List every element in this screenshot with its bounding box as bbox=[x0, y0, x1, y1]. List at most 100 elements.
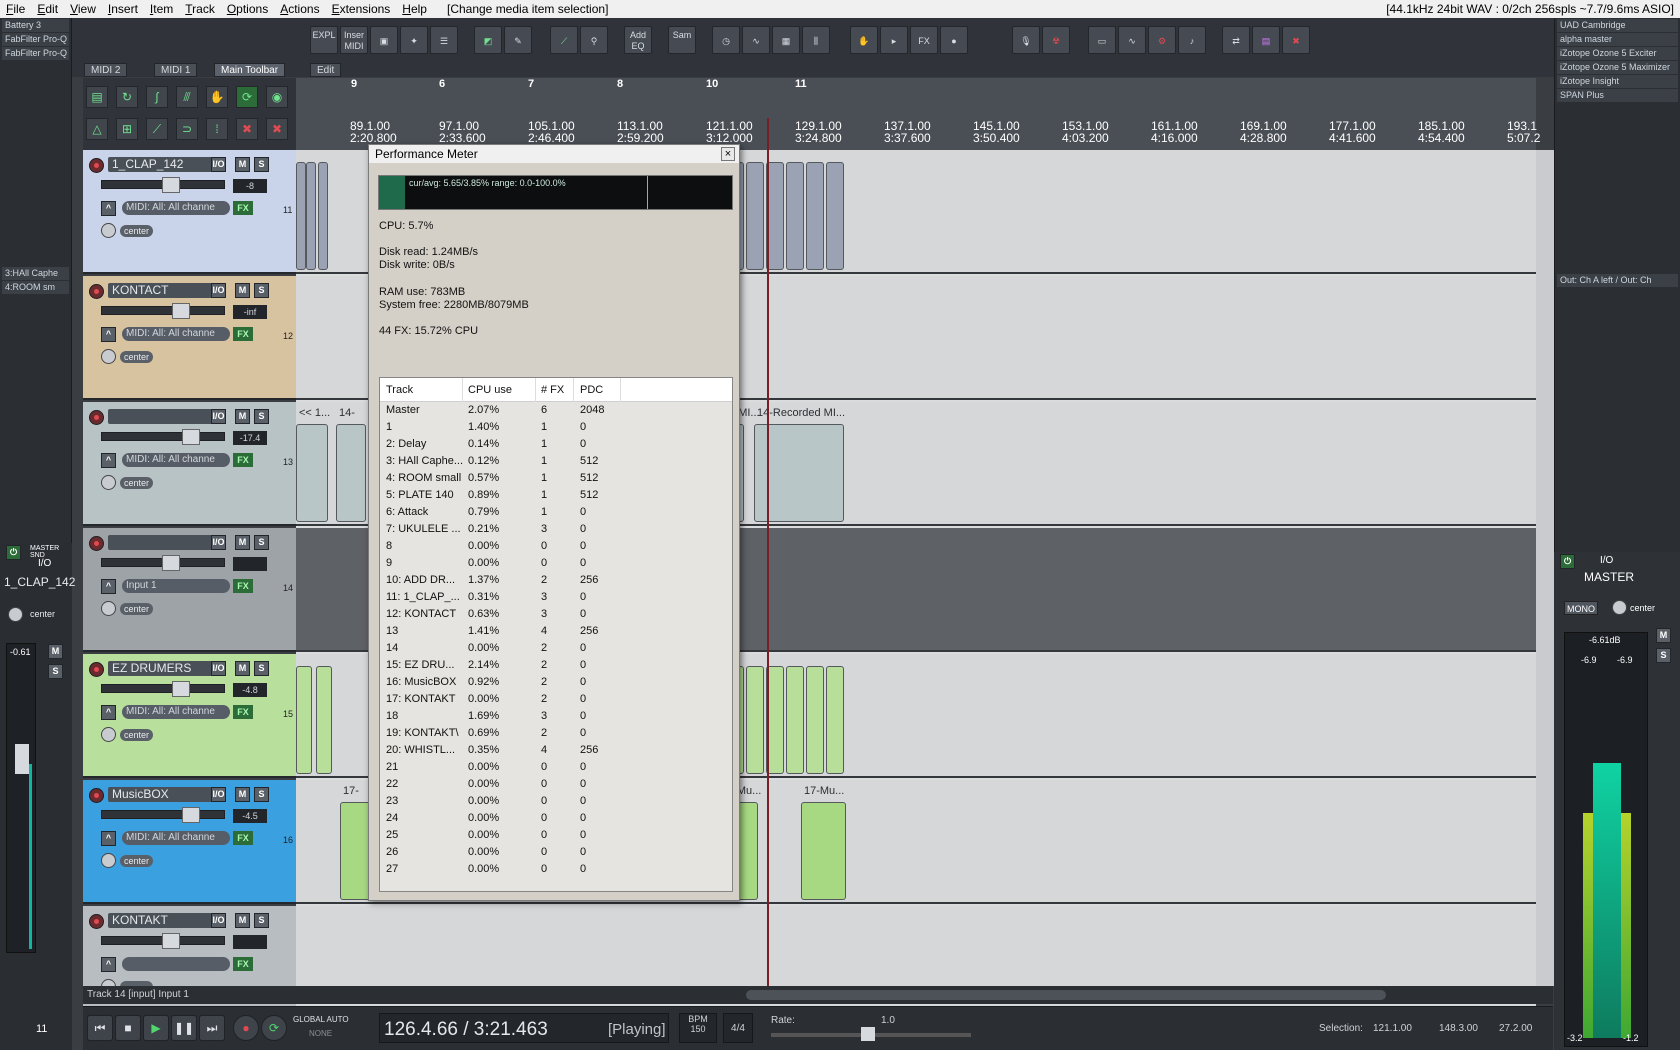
master-fx-slot[interactable]: UAD Cambridge bbox=[1557, 19, 1678, 32]
solo-button[interactable]: S bbox=[254, 661, 269, 676]
radiation-icon[interactable]: ☢ bbox=[1042, 26, 1070, 54]
loop-icon[interactable]: ↻ bbox=[116, 86, 138, 108]
delete-icon[interactable]: ✖ bbox=[1282, 26, 1310, 54]
tracks-icon[interactable]: ☰ bbox=[430, 26, 458, 54]
auto-mode[interactable]: NONE bbox=[309, 1029, 332, 1038]
master-send-label[interactable]: MASTER SND bbox=[30, 545, 68, 559]
ruler-position[interactable]: 145.1.00 3:50.400 bbox=[973, 120, 1020, 144]
mcp-track-name[interactable]: 1_CLAP_142 bbox=[4, 575, 75, 589]
col-pdc[interactable]: PDC bbox=[580, 384, 603, 396]
slider-thumb[interactable] bbox=[162, 933, 180, 949]
table-row[interactable]: 23 0.00% 0 0 bbox=[380, 793, 732, 810]
io-button[interactable]: I/O bbox=[211, 787, 226, 802]
ruler-position[interactable]: 137.1.00 3:37.600 bbox=[884, 120, 931, 144]
window-title[interactable]: Performance Meter × bbox=[369, 145, 739, 163]
table-row[interactable]: 5: PLATE 140 0.89% 1 512 bbox=[380, 487, 732, 504]
table-row[interactable]: 21 0.00% 0 0 bbox=[380, 759, 732, 776]
color-icon[interactable]: ▤ bbox=[1252, 26, 1280, 54]
mute-button[interactable]: M bbox=[235, 157, 250, 172]
volume-fader[interactable]: -0.61 bbox=[6, 643, 36, 953]
mute-button[interactable]: M bbox=[235, 409, 250, 424]
fader-thumb[interactable] bbox=[15, 744, 29, 774]
tab-edit[interactable]: Edit bbox=[310, 63, 342, 77]
menu-item[interactable]: Item bbox=[144, 2, 179, 16]
slider-thumb[interactable] bbox=[172, 303, 190, 319]
fx-button[interactable]: FX bbox=[233, 201, 253, 215]
table-row[interactable]: 9 0.00% 0 0 bbox=[380, 555, 732, 572]
mute-button[interactable]: M bbox=[235, 661, 250, 676]
envelope-icon[interactable]: ^ bbox=[101, 579, 116, 594]
timeline-ruler[interactable]: 9 6 7 8 10 11 89.1.00 2:20.800 97.1.00 2:33… bbox=[296, 78, 1540, 150]
table-row[interactable]: 18 1.69% 3 0 bbox=[380, 708, 732, 725]
media-item[interactable] bbox=[786, 666, 804, 774]
new-track-icon[interactable]: ▤ bbox=[86, 86, 108, 108]
master-solo-button[interactable]: S bbox=[1656, 648, 1671, 663]
master-output[interactable]: Out: Ch A left / Out: Ch bbox=[1557, 274, 1678, 287]
io-button[interactable]: I/O bbox=[211, 157, 226, 172]
table-row[interactable]: 19: KONTAKT\ 0.69% 2 0 bbox=[380, 725, 732, 742]
select-icon[interactable]: ▣ bbox=[370, 26, 398, 54]
slider-thumb[interactable] bbox=[172, 681, 190, 697]
mute-button[interactable]: M bbox=[235, 283, 250, 298]
col-fx[interactable]: # FX bbox=[541, 384, 564, 396]
io-button[interactable]: I/O bbox=[211, 913, 226, 928]
mute-button[interactable]: M bbox=[235, 535, 250, 550]
pan-knob[interactable] bbox=[101, 601, 116, 616]
input-select[interactable]: MIDI: All: All channe bbox=[122, 327, 230, 341]
input-select[interactable]: MIDI: All: All channe bbox=[122, 453, 230, 467]
global-auto-button[interactable]: GLOBAL AUTO bbox=[293, 1015, 349, 1024]
track-name[interactable]: MusicBOX bbox=[108, 787, 226, 802]
ruler-position[interactable]: 153.1.00 4:03.200 bbox=[1062, 120, 1109, 144]
mute-button[interactable]: M bbox=[48, 644, 63, 659]
volume-value[interactable]: -4.8 bbox=[233, 683, 267, 697]
mute-button[interactable]: M bbox=[235, 787, 250, 802]
io-button[interactable]: I/O bbox=[38, 558, 51, 569]
pan-knob[interactable] bbox=[8, 607, 23, 622]
media-item[interactable] bbox=[786, 162, 804, 270]
fx-button[interactable]: FX bbox=[233, 327, 253, 341]
table-row[interactable]: 26 0.00% 0 0 bbox=[380, 844, 732, 861]
col-track[interactable]: Track bbox=[386, 384, 413, 396]
sam-button[interactable]: Sam bbox=[668, 26, 696, 54]
stop-icon[interactable]: ■ bbox=[115, 1015, 141, 1041]
go-start-icon[interactable]: ⏮ bbox=[87, 1015, 113, 1041]
mono-button[interactable]: MONO bbox=[1564, 601, 1598, 615]
ruler-position[interactable]: 177.1.00 4:41.600 bbox=[1329, 120, 1376, 144]
menu-help[interactable]: Help bbox=[396, 2, 433, 16]
master-fx-slot[interactable]: SPAN Plus bbox=[1557, 89, 1678, 102]
selection-display[interactable]: Selection: 121.1.00 148.3.00 27.2.00 bbox=[1319, 1019, 1549, 1039]
envelope-icon[interactable]: ^ bbox=[101, 201, 116, 216]
fx-button[interactable]: FX bbox=[233, 831, 253, 845]
grid-toggle-icon[interactable]: ⊞ bbox=[116, 118, 138, 140]
play-icon[interactable]: ▶ bbox=[143, 1015, 169, 1041]
table-row[interactable]: 20: WHISTL... 0.35% 4 256 bbox=[380, 742, 732, 759]
table-row[interactable]: 14 0.00% 2 0 bbox=[380, 640, 732, 657]
input-select[interactable]: MIDI: All: All channe bbox=[122, 705, 230, 719]
audio-status[interactable]: [44.1kHz 24bit WAV : 0/2ch 256spls ~7.7/… bbox=[1386, 2, 1674, 16]
guitar-icon[interactable]: ♪ bbox=[1178, 26, 1206, 54]
region-marker[interactable]: 9 bbox=[348, 78, 357, 92]
solo-button[interactable]: S bbox=[254, 913, 269, 928]
record-arm-icon[interactable] bbox=[89, 158, 104, 173]
pan-knob[interactable] bbox=[101, 475, 116, 490]
table-row[interactable]: 22 0.00% 0 0 bbox=[380, 776, 732, 793]
explorer-button[interactable]: EXPL bbox=[310, 26, 338, 54]
fx-power-icon[interactable]: ⏻ bbox=[6, 545, 21, 560]
volume-slider[interactable] bbox=[101, 933, 225, 949]
ruler-position[interactable]: 105.1.00 2:46.400 bbox=[528, 120, 575, 144]
menu-insert[interactable]: Insert bbox=[102, 2, 144, 16]
ruler-position[interactable]: 129.1.00 3:24.800 bbox=[795, 120, 842, 144]
media-item[interactable]: << 1... bbox=[296, 407, 330, 522]
slider-thumb[interactable] bbox=[162, 555, 180, 571]
insert-midi-button[interactable]: Inser MIDI bbox=[340, 26, 368, 54]
envelope-icon[interactable]: ^ bbox=[101, 831, 116, 846]
scroll-thumb[interactable] bbox=[746, 990, 1386, 1000]
comment-icon[interactable]: ● bbox=[940, 26, 968, 54]
microphone-icon[interactable]: 🎙 bbox=[1012, 26, 1040, 54]
track-header[interactable]: I/O M S -17.4 ^ MIDI: All: All channe FX… bbox=[83, 402, 296, 526]
track-name[interactable]: EZ DRUMERS bbox=[108, 661, 226, 676]
analyzer-icon[interactable]: ∿ bbox=[1118, 26, 1146, 54]
table-row[interactable]: 4: ROOM small 0.57% 1 512 bbox=[380, 470, 732, 487]
master-fx-slot[interactable]: iZotope Insight bbox=[1557, 75, 1678, 88]
grid-icon[interactable]: ▦ bbox=[772, 26, 800, 54]
